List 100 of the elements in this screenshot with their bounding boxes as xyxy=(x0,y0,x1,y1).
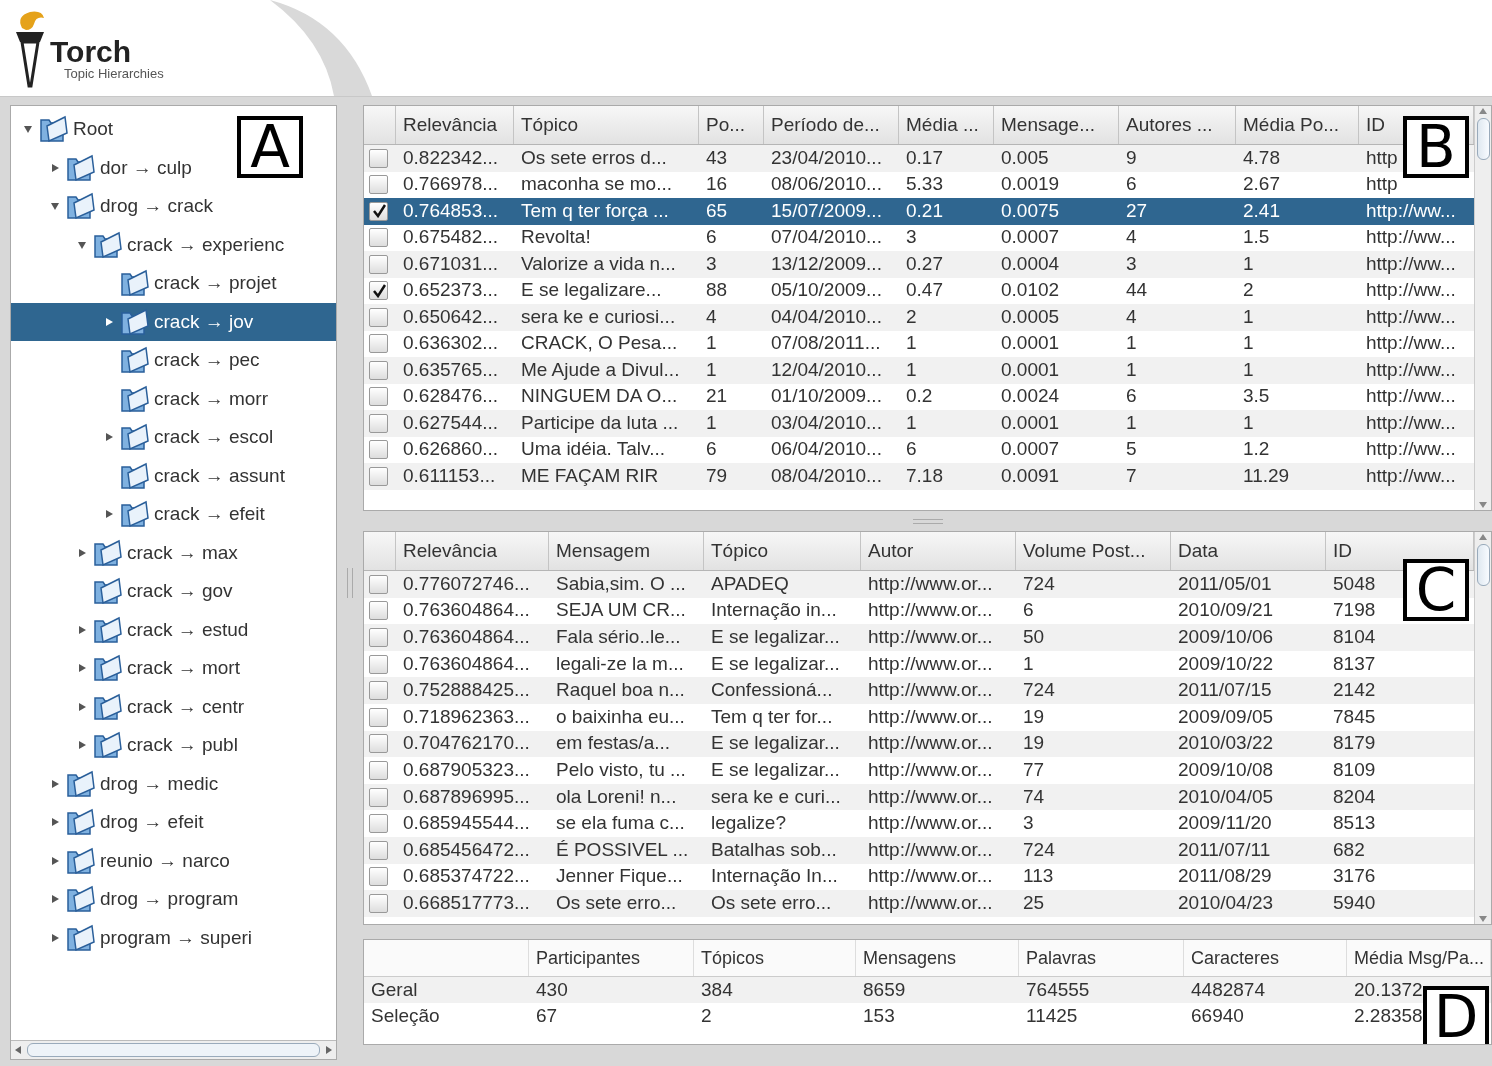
expand-arrow-icon[interactable] xyxy=(50,855,60,866)
expand-arrow-icon[interactable] xyxy=(104,316,114,327)
vertical-scrollbar[interactable] xyxy=(1474,106,1491,510)
checkbox[interactable] xyxy=(369,707,388,727)
checkbox[interactable] xyxy=(369,148,388,168)
expand-arrow-icon[interactable] xyxy=(77,701,87,712)
column-header[interactable]: Relevância xyxy=(403,540,497,562)
checkbox[interactable] xyxy=(369,760,388,780)
expand-arrow-icon[interactable] xyxy=(104,509,114,520)
table-row[interactable]: 0.687896995... ola Loreni! n... sera ke e curi... http://www.or... 74 2010/04/05 8204 xyxy=(364,783,1474,811)
collapse-arrow-icon[interactable] xyxy=(23,124,33,135)
checkbox[interactable] xyxy=(369,787,388,807)
horizontal-scrollbar[interactable] xyxy=(11,1040,336,1059)
column-header[interactable]: Palavras xyxy=(1026,947,1097,969)
column-header[interactable]: Média Msg/Pa... xyxy=(1354,947,1485,969)
expand-arrow-icon[interactable] xyxy=(77,547,87,558)
checkbox[interactable] xyxy=(369,574,388,594)
tree-item[interactable]: crack → morr xyxy=(11,379,274,418)
expand-arrow-icon[interactable] xyxy=(50,162,60,173)
checkbox[interactable] xyxy=(369,440,388,460)
scroll-left-icon[interactable] xyxy=(15,1046,21,1054)
table-row[interactable]: 0.635765... Me Ajude a Divul... 1 12/04/2010... 1 0.0001 1 1 http://ww... xyxy=(364,357,1474,384)
tree-item[interactable]: reunio → narco xyxy=(11,841,236,880)
checkbox[interactable] xyxy=(369,893,388,913)
scrollbar-thumb[interactable] xyxy=(1476,118,1490,160)
column-header[interactable]: Período de... xyxy=(771,114,880,136)
scroll-up-icon[interactable] xyxy=(1479,534,1487,540)
checkbox[interactable] xyxy=(369,681,388,701)
column-header[interactable]: Relevância xyxy=(403,114,497,136)
expand-arrow-icon[interactable] xyxy=(77,740,87,751)
column-header[interactable]: Volume Post... xyxy=(1023,540,1146,562)
column-header[interactable]: Média Po... xyxy=(1243,114,1340,136)
tree-item[interactable]: crack → projet xyxy=(11,264,283,303)
tree-item[interactable]: crack → mort xyxy=(11,649,246,688)
checkbox[interactable] xyxy=(369,228,388,248)
scroll-down-icon[interactable] xyxy=(1479,502,1487,508)
column-header[interactable]: Tópico xyxy=(521,114,579,136)
expand-arrow-icon[interactable] xyxy=(104,432,114,443)
tree-item[interactable]: drog → program xyxy=(11,880,245,919)
expand-arrow-icon[interactable] xyxy=(50,932,60,943)
column-header[interactable]: Data xyxy=(1178,540,1219,562)
splitter-handle[interactable] xyxy=(912,518,943,524)
column-header[interactable]: Mensage... xyxy=(1001,114,1095,136)
column-header[interactable]: Po... xyxy=(706,114,746,136)
tree-item[interactable]: crack → experienc xyxy=(11,225,291,264)
scroll-up-icon[interactable] xyxy=(1479,108,1487,114)
column-header[interactable]: Tópico xyxy=(711,540,769,562)
checkbox[interactable] xyxy=(369,254,388,274)
table-row[interactable]: 0.685456472... É POSSIVEL ... Batalhas sob... http://www.or... 724 2011/07/11 682 xyxy=(364,836,1474,864)
checkbox[interactable] xyxy=(369,175,388,195)
tree-item[interactable]: crack → publ xyxy=(11,726,244,765)
checkbox[interactable] xyxy=(369,334,388,354)
expand-arrow-icon[interactable] xyxy=(77,663,87,674)
checkbox[interactable] xyxy=(369,281,388,301)
splitter-handle[interactable] xyxy=(347,567,353,598)
column-header[interactable]: Participantes xyxy=(536,947,641,969)
tree-item[interactable]: crack → efeit xyxy=(11,495,271,534)
tree-item[interactable]: dor → culp xyxy=(11,148,198,187)
column-header[interactable]: Tópicos xyxy=(701,947,765,969)
checkbox[interactable] xyxy=(369,360,388,380)
expand-arrow-icon[interactable] xyxy=(50,817,60,828)
checkbox[interactable] xyxy=(369,734,388,754)
checkbox[interactable] xyxy=(369,628,388,647)
tree-item[interactable]: crack → estud xyxy=(11,610,255,649)
checkbox[interactable] xyxy=(369,307,388,327)
table-row[interactable]: 0.764853... Tem q ter força ... 65 15/07/2009... 0.21 0.0075 27 2.41 http://ww... xyxy=(364,198,1474,225)
table-row[interactable]: 0.704762170... em festas/a... E se legalizar... http://www.or... 19 2010/03/22 8179 xyxy=(364,730,1474,758)
table-row[interactable]: 0.627544... Participe da luta ... 1 03/04/2010... 1 0.0001 1 1 http://ww... xyxy=(364,410,1474,437)
table-row[interactable]: 0.763604864... Fala sério..le... E se legalizar... http://www.or... 50 2009/10/06 8104 xyxy=(364,624,1474,651)
tree-item[interactable]: crack → pec xyxy=(11,341,266,380)
checkbox[interactable] xyxy=(369,466,388,486)
scroll-down-icon[interactable] xyxy=(1479,916,1487,922)
collapse-arrow-icon[interactable] xyxy=(77,239,87,250)
vertical-scrollbar[interactable] xyxy=(1474,532,1491,924)
tree-item[interactable]: crack → jov xyxy=(11,302,336,341)
tree-item[interactable]: drog → crack xyxy=(11,187,219,226)
expand-arrow-icon[interactable] xyxy=(77,624,87,635)
tree-item[interactable]: crack → max xyxy=(11,533,244,572)
checkbox[interactable] xyxy=(369,201,388,221)
scrollbar-thumb[interactable] xyxy=(1476,544,1490,586)
checkbox[interactable] xyxy=(369,601,388,621)
checkbox[interactable] xyxy=(369,654,388,674)
column-header[interactable]: ID xyxy=(1366,114,1385,136)
table-row[interactable]: 0.650642... sera ke e curiosi... 4 04/04/2010... 2 0.0005 4 1 http://ww... xyxy=(364,304,1474,331)
scrollbar-thumb[interactable] xyxy=(27,1043,320,1057)
collapse-arrow-icon[interactable] xyxy=(50,201,60,212)
scroll-right-icon[interactable] xyxy=(326,1046,332,1054)
checkbox[interactable] xyxy=(369,387,388,407)
checkbox[interactable] xyxy=(369,840,388,860)
expand-arrow-icon[interactable] xyxy=(50,778,60,789)
column-header[interactable]: Mensagem xyxy=(556,540,650,562)
tree-item[interactable]: crack → gov xyxy=(11,572,239,611)
table-row[interactable]: 0.668517773... Os sete erro... Os sete erro... http://www.or... 25 2010/04/23 5940 xyxy=(364,890,1474,917)
tree-item[interactable]: program → superi xyxy=(11,918,259,957)
checkbox[interactable] xyxy=(369,867,388,887)
tree-item[interactable]: drog → medic xyxy=(11,764,225,803)
column-header[interactable]: Autores ... xyxy=(1126,114,1213,136)
checkbox[interactable] xyxy=(369,814,388,834)
column-header[interactable]: Mensagens xyxy=(863,947,957,969)
tree-item[interactable]: crack → centr xyxy=(11,687,251,726)
